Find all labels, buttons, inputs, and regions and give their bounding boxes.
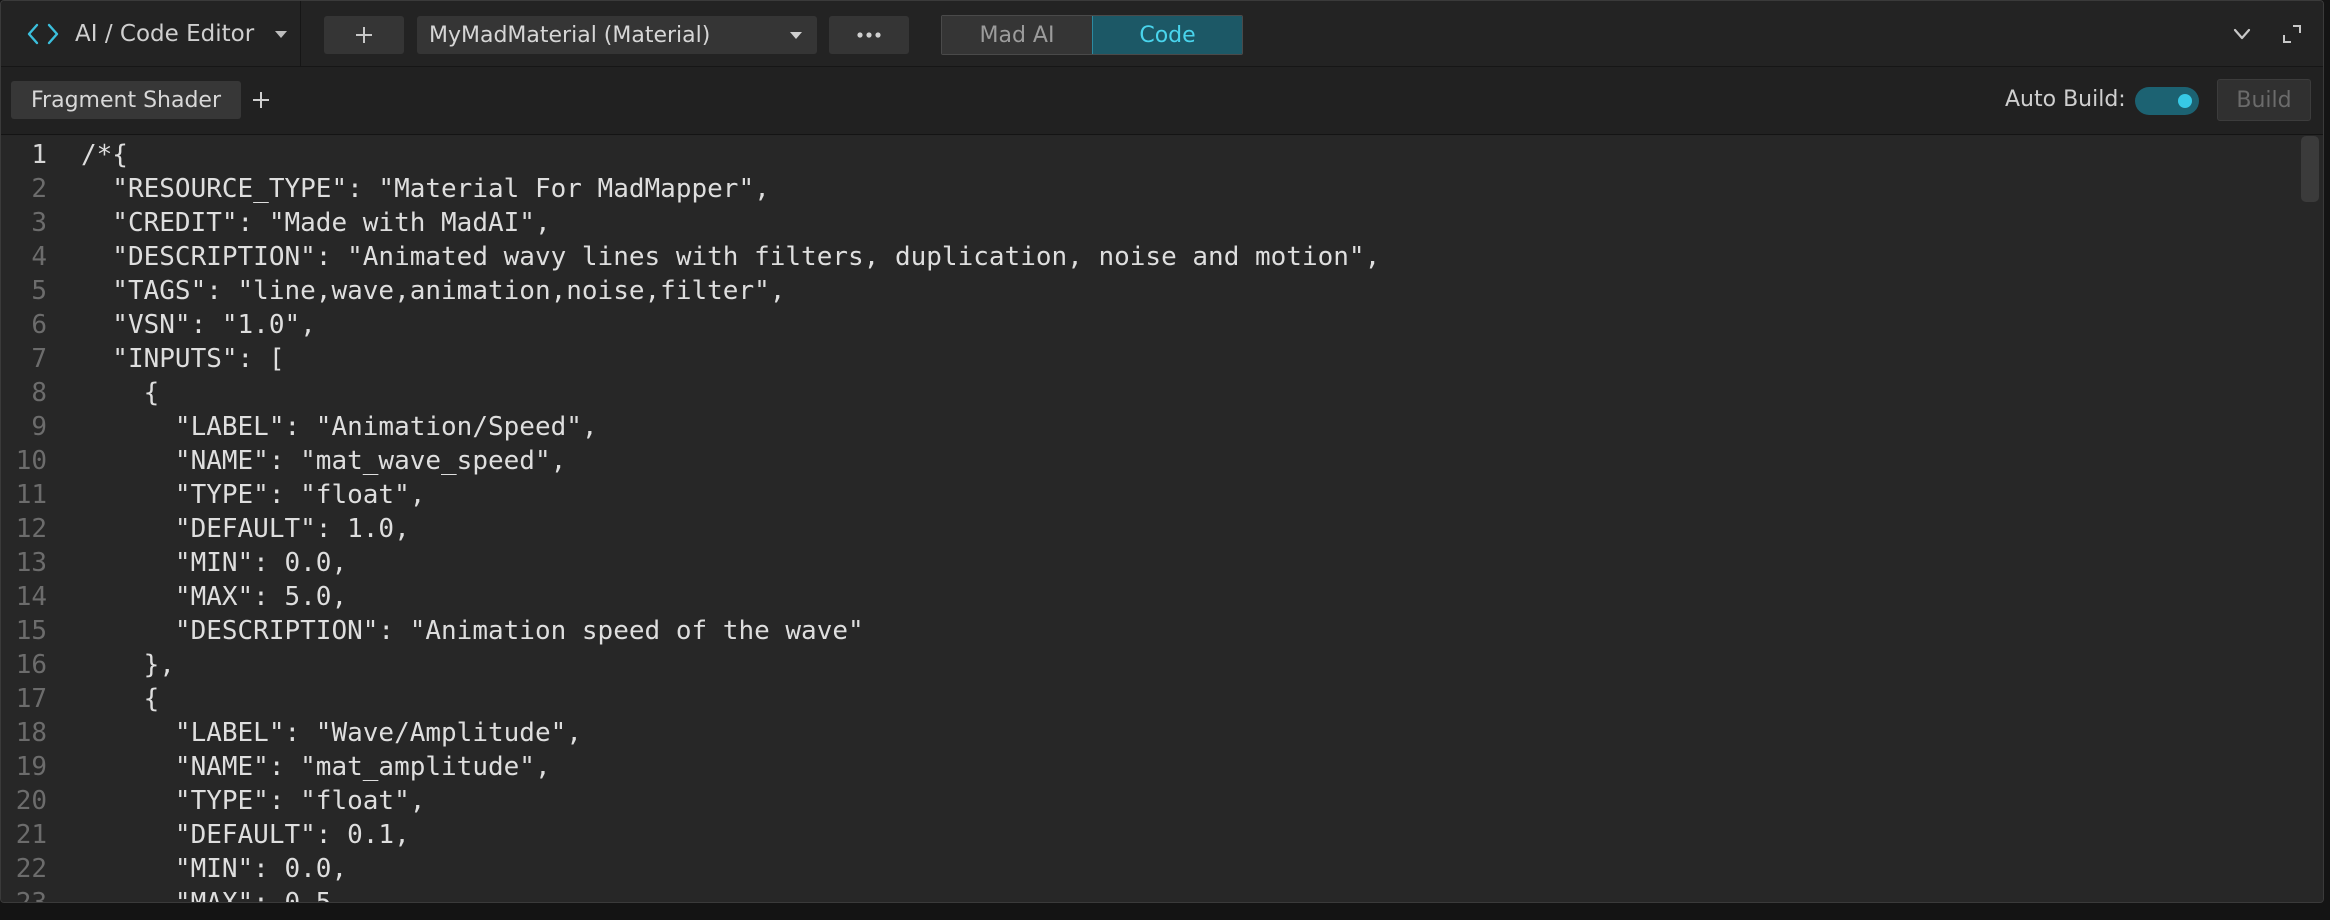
code-line[interactable]: 11 "TYPE": "float", — [1, 478, 2291, 512]
code-line-text: { — [81, 378, 160, 408]
add-tab-icon[interactable] — [249, 88, 273, 112]
auto-build-label: Auto Build: — [2005, 87, 2126, 112]
code-line[interactable]: 17 { — [1, 682, 2291, 716]
line-number: 17 — [15, 684, 47, 714]
code-line-text: "LABEL": "Animation/Speed", — [81, 412, 598, 442]
code-line[interactable]: 7 "INPUTS": [ — [1, 342, 2291, 376]
line-number: 3 — [31, 208, 47, 238]
line-number: 23 — [15, 888, 47, 903]
line-number: 2 — [31, 174, 47, 204]
code-line-text: "DEFAULT": 1.0, — [81, 514, 410, 544]
more-dots-icon — [857, 32, 881, 38]
line-number: 13 — [15, 548, 47, 578]
toggle-knob — [2178, 94, 2192, 108]
toolbar-divider — [300, 1, 301, 67]
code-line[interactable]: 16 }, — [1, 648, 2291, 682]
expand-icon[interactable] — [2281, 23, 2303, 45]
code-scrollbar-thumb[interactable] — [2301, 136, 2319, 202]
mode-code-tab[interactable]: Code — [1092, 16, 1242, 54]
code-line[interactable]: 20 "TYPE": "float", — [1, 784, 2291, 818]
line-number: 10 — [15, 446, 47, 476]
code-line[interactable]: 5 "TAGS": "line,wave,animation,noise,fil… — [1, 274, 2291, 308]
code-line-text: "DEFAULT": 0.1, — [81, 820, 410, 850]
line-number: 12 — [15, 514, 47, 544]
code-line[interactable]: 18 "LABEL": "Wave/Amplitude", — [1, 716, 2291, 750]
line-number: 14 — [15, 582, 47, 612]
code-line[interactable]: 21 "DEFAULT": 0.1, — [1, 818, 2291, 852]
line-number: 8 — [31, 378, 47, 408]
line-number: 20 — [15, 786, 47, 816]
build-button[interactable]: Build — [2217, 79, 2311, 121]
line-number: 22 — [15, 854, 47, 884]
auto-build-toggle[interactable] — [2135, 87, 2199, 115]
material-select-value: MyMadMaterial (Material) — [429, 22, 711, 48]
code-brackets-icon — [27, 23, 59, 45]
line-number: 11 — [15, 480, 47, 510]
add-material-button[interactable] — [324, 16, 404, 54]
code-line[interactable]: 3 "CREDIT": "Made with MadAI", — [1, 206, 2291, 240]
code-line[interactable]: 9 "LABEL": "Animation/Speed", — [1, 410, 2291, 444]
code-line-text: "MIN": 0.0, — [81, 548, 348, 578]
code-line[interactable]: 8 { — [1, 376, 2291, 410]
code-line-text: "DESCRIPTION": "Animation speed of the w… — [81, 616, 864, 646]
caret-down-icon — [790, 32, 802, 39]
code-line[interactable]: 13 "MIN": 0.0, — [1, 546, 2291, 580]
code-line[interactable]: 4 "DESCRIPTION": "Animated wavy lines wi… — [1, 240, 2291, 274]
line-number: 7 — [31, 344, 47, 374]
editor-title: AI / Code Editor — [75, 21, 255, 47]
code-line-text: "TYPE": "float", — [81, 480, 426, 510]
line-number: 4 — [31, 242, 47, 272]
code-line-text: "TYPE": "float", — [81, 786, 426, 816]
code-line-text: "NAME": "mat_wave_speed", — [81, 446, 567, 476]
code-line-text: "NAME": "mat_amplitude", — [81, 752, 551, 782]
code-line-text: "RESOURCE_TYPE": "Material For MadMapper… — [81, 174, 770, 204]
mode-switch: Mad AI Code — [941, 15, 1243, 55]
code-line[interactable]: 15 "DESCRIPTION": "Animation speed of th… — [1, 614, 2291, 648]
code-line-text: /*{ — [81, 140, 128, 170]
code-line-text: "VSN": "1.0", — [81, 310, 316, 340]
editor-toolbar: AI / Code Editor MyMadMaterial (Material… — [1, 1, 2323, 67]
code-line-text: "LABEL": "Wave/Amplitude", — [81, 718, 582, 748]
plus-icon — [356, 27, 372, 43]
bottom-edge — [0, 903, 2330, 920]
line-number: 16 — [15, 650, 47, 680]
code-line-text: "MIN": 0.0, — [81, 854, 348, 884]
code-line-text: "INPUTS": [ — [81, 344, 285, 374]
code-line[interactable]: 10 "NAME": "mat_wave_speed", — [1, 444, 2291, 478]
line-number: 1 — [31, 140, 47, 170]
code-line[interactable]: 12 "DEFAULT": 1.0, — [1, 512, 2291, 546]
more-options-button[interactable] — [829, 16, 909, 54]
line-number: 18 — [15, 718, 47, 748]
line-number: 9 — [31, 412, 47, 442]
code-line-text: "TAGS": "line,wave,animation,noise,filte… — [81, 276, 786, 306]
code-line-text: "CREDIT": "Made with MadAI", — [81, 208, 551, 238]
code-line[interactable]: 22 "MIN": 0.0, — [1, 852, 2291, 886]
code-line[interactable]: 1 /*{ — [1, 138, 2291, 172]
code-line-text: }, — [81, 650, 175, 680]
line-number: 5 — [31, 276, 47, 306]
line-number: 19 — [15, 752, 47, 782]
code-line-text: "MAX": 5.0, — [81, 582, 348, 612]
line-number: 15 — [15, 616, 47, 646]
mode-mad-ai-tab[interactable]: Mad AI — [942, 16, 1092, 54]
code-line[interactable]: 6 "VSN": "1.0", — [1, 308, 2291, 342]
code-line[interactable]: 23 "MAX": 0.5, — [1, 886, 2291, 903]
shader-tabs-bar: Fragment Shader Auto Build: Build — [1, 67, 2323, 135]
chevron-down-icon[interactable] — [2231, 23, 2253, 45]
material-select[interactable]: MyMadMaterial (Material) — [417, 16, 817, 54]
code-editor-panel: AI / Code Editor MyMadMaterial (Material… — [0, 0, 2324, 903]
line-number: 6 — [31, 310, 47, 340]
line-number: 21 — [15, 820, 47, 850]
caret-down-icon — [275, 31, 288, 38]
code-line-text: "MAX": 0.5, — [81, 888, 348, 903]
tab-fragment-shader[interactable]: Fragment Shader — [11, 81, 242, 119]
editor-title-dropdown[interactable]: AI / Code Editor — [27, 17, 288, 51]
code-editor-area[interactable]: 1/*{2 "RESOURCE_TYPE": "Material For Mad… — [1, 136, 2323, 903]
code-line[interactable]: 19 "NAME": "mat_amplitude", — [1, 750, 2291, 784]
code-line-text: "DESCRIPTION": "Animated wavy lines with… — [81, 242, 1381, 272]
code-line[interactable]: 2 "RESOURCE_TYPE": "Material For MadMapp… — [1, 172, 2291, 206]
code-line[interactable]: 14 "MAX": 5.0, — [1, 580, 2291, 614]
code-line-text: { — [81, 684, 160, 714]
